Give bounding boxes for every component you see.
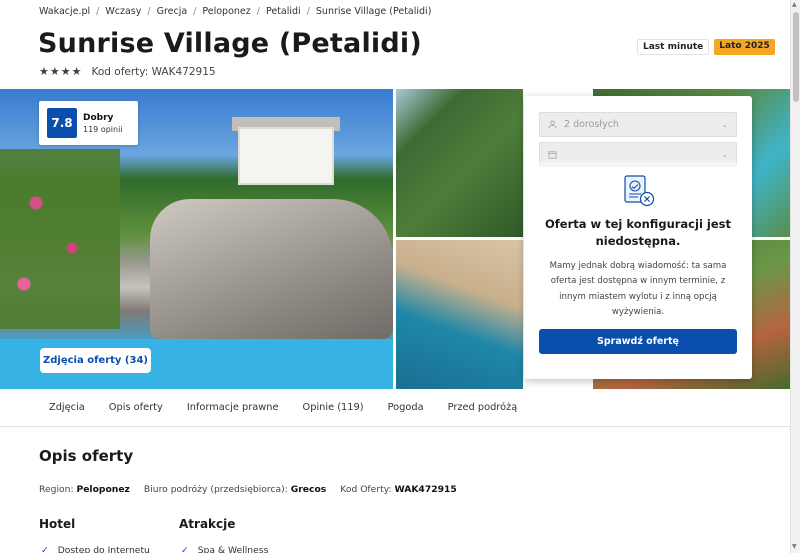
tab-zdjecia[interactable]: Zdjęcia bbox=[37, 402, 97, 413]
gallery-photo-aerial-1[interactable] bbox=[396, 89, 523, 237]
region-label: Region: bbox=[39, 484, 74, 495]
section-tabs: Zdjęcia Opis oferty Informacje prawne Op… bbox=[0, 389, 790, 427]
list-item: ✓ Dostęp do Internetu bbox=[41, 545, 150, 553]
gallery-photo-beach[interactable] bbox=[396, 240, 523, 389]
scroll-up-icon[interactable]: ▲ bbox=[792, 1, 797, 8]
checkmark-icon: ✓ bbox=[41, 545, 49, 553]
breadcrumb-separator: / bbox=[96, 6, 100, 17]
breadcrumb-item-wakacje[interactable]: Wakacje.pl bbox=[39, 6, 90, 17]
unavailable-description: Mamy jednak dobrą wiadomość: ta sama ofe… bbox=[549, 261, 727, 318]
breadcrumb-separator: / bbox=[193, 6, 197, 17]
checkmark-icon: ✓ bbox=[181, 545, 189, 553]
breadcrumb-item-current: Sunrise Village (Petalidi) bbox=[315, 6, 432, 17]
breadcrumb-item-peloponez[interactable]: Peloponez bbox=[202, 6, 250, 17]
guests-select[interactable]: 2 dorosłych ⌄ bbox=[539, 112, 737, 137]
page-scrollbar[interactable]: ▲ ▼ bbox=[790, 0, 800, 553]
unavailable-title: Oferta w tej konfiguracji jest niedostęp… bbox=[545, 217, 731, 248]
rating-score: 7.8 bbox=[47, 108, 77, 138]
list-item-label: Dostęp do Internetu bbox=[57, 545, 150, 553]
attractions-column-title: Atrakcje bbox=[179, 517, 236, 531]
agency-value: Grecos bbox=[290, 484, 327, 495]
offer-badges: Last minute Lato 2025 bbox=[637, 39, 775, 55]
photo-flowers bbox=[0, 149, 120, 329]
breadcrumb-item-grecja[interactable]: Grecja bbox=[157, 6, 188, 17]
list-item-label: Spa & Wellness bbox=[197, 545, 269, 553]
region-value: Peloponez bbox=[76, 484, 130, 495]
photo-house bbox=[238, 127, 334, 185]
last-minute-badge: Last minute bbox=[637, 39, 710, 55]
offer-code: Kod oferty: WAK472915 bbox=[91, 65, 216, 78]
rating-card[interactable]: 7.8 Dobry 119 opinii bbox=[39, 101, 138, 145]
code-label: Kod Oferty: bbox=[340, 484, 392, 495]
page-title: Sunrise Village (Petalidi) bbox=[38, 28, 422, 59]
breadcrumb-separator: / bbox=[256, 6, 260, 17]
region-info: Region: Peloponez bbox=[39, 484, 130, 495]
description-title: Opis oferty bbox=[39, 447, 134, 465]
star-icon: ★ bbox=[49, 65, 60, 78]
hotel-column-title: Hotel bbox=[39, 517, 76, 531]
tab-przed-podroza[interactable]: Przed podróżą bbox=[436, 402, 530, 413]
offer-meta: Region: Peloponez Biuro podróży (przedsi… bbox=[39, 484, 457, 495]
star-icon: ★ bbox=[71, 65, 82, 78]
chevron-down-icon: ⌄ bbox=[721, 120, 728, 129]
tab-opinie[interactable]: Opinie (119) bbox=[291, 402, 376, 413]
chevron-down-icon: ⌄ bbox=[721, 150, 728, 159]
breadcrumb: Wakacje.pl / Wczasy / Grecja / Peloponez… bbox=[39, 6, 431, 17]
rating-row: ★ ★ ★ ★ Kod oferty: WAK472915 bbox=[39, 65, 216, 78]
agency-label: Biuro podróży (przedsiębiorca): bbox=[143, 484, 288, 495]
scroll-down-icon[interactable]: ▼ bbox=[792, 543, 797, 550]
list-item: ✓ Spa & Wellness bbox=[181, 545, 268, 553]
tab-informacje-prawne[interactable]: Informacje prawne bbox=[175, 402, 291, 413]
photo-rocks-waterfall bbox=[150, 199, 393, 339]
tab-pogoda[interactable]: Pogoda bbox=[376, 402, 436, 413]
rating-label: Dobry bbox=[83, 112, 114, 123]
season-badge: Lato 2025 bbox=[714, 39, 775, 55]
breadcrumb-item-petalidi[interactable]: Petalidi bbox=[266, 6, 301, 17]
code-value: WAK472915 bbox=[394, 484, 457, 495]
hotel-stars: ★ ★ ★ ★ bbox=[39, 65, 82, 78]
unavailable-offer-icon bbox=[624, 175, 655, 207]
calendar-icon bbox=[548, 151, 557, 159]
tab-opis-oferty[interactable]: Opis oferty bbox=[97, 402, 175, 413]
star-icon: ★ bbox=[39, 65, 49, 78]
person-icon bbox=[548, 120, 557, 129]
guests-value: 2 dorosłych bbox=[564, 119, 619, 130]
check-offer-button[interactable]: Sprawdź ofertę bbox=[539, 329, 737, 354]
booking-panel: 2 dorosłych ⌄ ⌄ Oferta w tej konfiguracj… bbox=[524, 96, 752, 379]
photos-button[interactable]: Zdjęcia oferty (34) bbox=[40, 348, 151, 373]
breadcrumb-item-wczasy[interactable]: Wczasy bbox=[105, 6, 141, 17]
breadcrumb-separator: / bbox=[306, 6, 310, 17]
star-icon: ★ bbox=[60, 65, 71, 78]
review-count: 119 opinii bbox=[83, 124, 123, 134]
code-info: Kod Oferty: WAK472915 bbox=[340, 484, 457, 495]
breadcrumb-separator: / bbox=[147, 6, 151, 17]
agency-info: Biuro podróży (przedsiębiorca): Grecos bbox=[144, 484, 326, 495]
scrollbar-thumb[interactable] bbox=[793, 12, 799, 102]
